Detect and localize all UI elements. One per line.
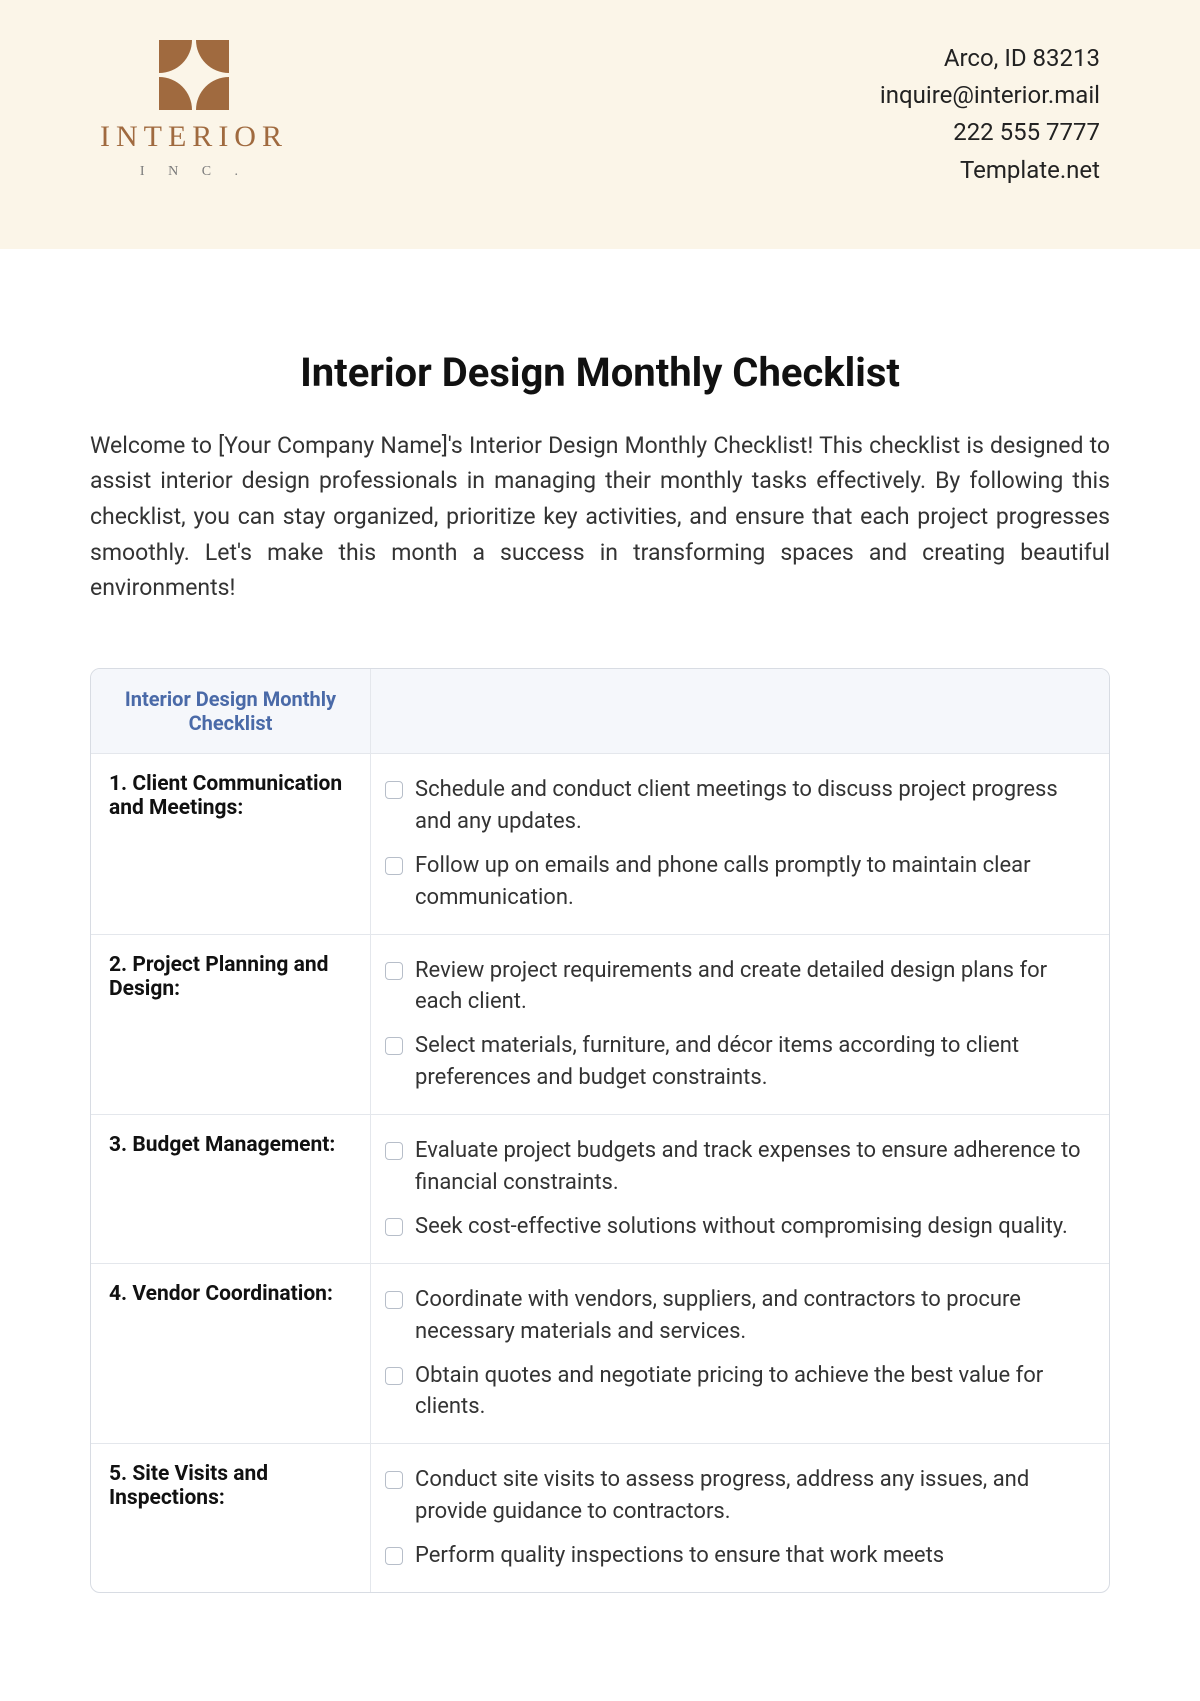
tasks-cell: Evaluate project budgets and track expen…: [371, 1115, 1109, 1263]
task-text: Follow up on emails and phone calls prom…: [415, 850, 1089, 914]
task-text: Obtain quotes and negotiate pricing to a…: [415, 1360, 1089, 1424]
category-label: 1. Client Communication and Meetings:: [109, 772, 342, 820]
content-area: Interior Design Monthly Checklist Welcom…: [0, 249, 1200, 1593]
tasks-cell: Review project requirements and create d…: [371, 935, 1109, 1115]
task-item: Obtain quotes and negotiate pricing to a…: [385, 1354, 1089, 1430]
table-header-spacer: [371, 669, 1109, 753]
table-row: 5. Site Visits and Inspections: Conduct …: [91, 1443, 1109, 1592]
task-item: Seek cost-effective solutions without co…: [385, 1205, 1089, 1249]
brand-name: INTERIOR: [100, 120, 288, 154]
checkbox[interactable]: [385, 1471, 403, 1489]
task-text: Seek cost-effective solutions without co…: [415, 1211, 1068, 1243]
category-cell: 2. Project Planning and Design:: [91, 935, 371, 1115]
checklist-table: Interior Design Monthly Checklist 1. Cli…: [90, 668, 1110, 1593]
logo-icon: [159, 40, 229, 110]
table-row: 1. Client Communication and Meetings: Sc…: [91, 753, 1109, 934]
checkbox[interactable]: [385, 1037, 403, 1055]
logo-petal: [159, 40, 192, 73]
page-title: Interior Design Monthly Checklist: [90, 349, 1110, 396]
task-item: Review project requirements and create d…: [385, 949, 1089, 1025]
task-text: Perform quality inspections to ensure th…: [415, 1540, 944, 1572]
task-text: Coordinate with vendors, suppliers, and …: [415, 1284, 1089, 1348]
tasks-cell: Conduct site visits to assess progress, …: [371, 1444, 1109, 1592]
checkbox[interactable]: [385, 1291, 403, 1309]
task-text: Evaluate project budgets and track expen…: [415, 1135, 1089, 1199]
logo-petal: [196, 40, 229, 73]
category-label: 3. Budget Management:: [109, 1133, 335, 1157]
contact-block: Arco, ID 83213 inquire@interior.mail 222…: [880, 40, 1100, 189]
task-text: Schedule and conduct client meetings to …: [415, 774, 1089, 838]
table-row: 4. Vendor Coordination: Coordinate with …: [91, 1263, 1109, 1444]
task-text: Select materials, furniture, and décor i…: [415, 1030, 1089, 1094]
brand-subtitle: I N C .: [140, 164, 248, 180]
task-item: Select materials, furniture, and décor i…: [385, 1024, 1089, 1100]
logo-petal: [196, 77, 229, 110]
category-cell: 4. Vendor Coordination:: [91, 1264, 371, 1444]
category-cell: 5. Site Visits and Inspections:: [91, 1444, 371, 1592]
contact-address: Arco, ID 83213: [880, 40, 1100, 77]
checkbox[interactable]: [385, 781, 403, 799]
logo-petal: [159, 77, 192, 110]
checkbox[interactable]: [385, 1547, 403, 1565]
contact-site: Template.net: [880, 152, 1100, 189]
intro-paragraph: Welcome to [Your Company Name]'s Interio…: [90, 428, 1110, 606]
task-item: Follow up on emails and phone calls prom…: [385, 844, 1089, 920]
table-header-cell: Interior Design Monthly Checklist: [91, 669, 371, 753]
task-item: Evaluate project budgets and track expen…: [385, 1129, 1089, 1205]
checkbox[interactable]: [385, 1367, 403, 1385]
checkbox[interactable]: [385, 1218, 403, 1236]
checkbox[interactable]: [385, 857, 403, 875]
checkbox[interactable]: [385, 1142, 403, 1160]
task-text: Conduct site visits to assess progress, …: [415, 1464, 1089, 1528]
category-label: 5. Site Visits and Inspections:: [109, 1462, 268, 1510]
contact-email: inquire@interior.mail: [880, 77, 1100, 114]
category-label: 2. Project Planning and Design:: [109, 953, 328, 1001]
category-label: 4. Vendor Coordination:: [109, 1282, 333, 1306]
table-row: 2. Project Planning and Design: Review p…: [91, 934, 1109, 1115]
task-item: Conduct site visits to assess progress, …: [385, 1458, 1089, 1534]
table-header-row: Interior Design Monthly Checklist: [91, 669, 1109, 753]
task-item: Perform quality inspections to ensure th…: [385, 1534, 1089, 1578]
task-text: Review project requirements and create d…: [415, 955, 1089, 1019]
task-item: Coordinate with vendors, suppliers, and …: [385, 1278, 1089, 1354]
category-cell: 1. Client Communication and Meetings:: [91, 754, 371, 934]
header-banner: INTERIOR I N C . Arco, ID 83213 inquire@…: [0, 0, 1200, 249]
logo-block: INTERIOR I N C .: [100, 40, 288, 180]
checkbox[interactable]: [385, 962, 403, 980]
contact-phone: 222 555 7777: [880, 114, 1100, 151]
tasks-cell: Coordinate with vendors, suppliers, and …: [371, 1264, 1109, 1444]
tasks-cell: Schedule and conduct client meetings to …: [371, 754, 1109, 934]
task-item: Schedule and conduct client meetings to …: [385, 768, 1089, 844]
category-cell: 3. Budget Management:: [91, 1115, 371, 1263]
table-row: 3. Budget Management: Evaluate project b…: [91, 1114, 1109, 1263]
